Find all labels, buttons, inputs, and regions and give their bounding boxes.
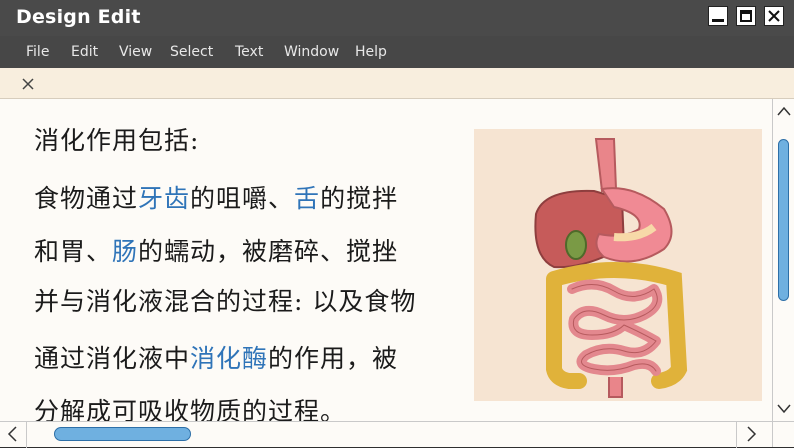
horizontal-scroll-thumb[interactable] xyxy=(54,427,191,441)
arrow-left-icon[interactable] xyxy=(6,425,20,443)
menu-window[interactable]: Window xyxy=(284,44,339,60)
vertical-scroll-thumb[interactable] xyxy=(778,139,789,301)
text-line-2: 和胃、肠的蠕动，被磨碎、搅挫 xyxy=(34,232,398,268)
menu-bar: File Edit View Select Text Window Help xyxy=(0,36,794,68)
text-line-3: 并与消化液混合的过程: 以及食物 xyxy=(34,287,417,316)
vertical-scrollbar[interactable] xyxy=(772,99,794,421)
arrow-right-icon[interactable] xyxy=(744,425,758,443)
close-icon[interactable] xyxy=(20,76,36,92)
scroll-divider xyxy=(736,422,737,448)
text-line-1: 食物通过牙齿的咀嚼、舌的搅拌 xyxy=(34,179,398,215)
scroll-corner xyxy=(772,421,794,447)
highlight-term: 舌 xyxy=(294,184,321,213)
text-line-4: 通过消化液中消化酶的作用，被 xyxy=(34,339,398,375)
arrow-down-icon[interactable] xyxy=(776,403,792,415)
text-span: 食物通过 xyxy=(34,184,139,213)
heading-text: 消化作用包括: xyxy=(34,126,200,155)
menu-file[interactable]: File xyxy=(26,44,49,60)
menu-view[interactable]: View xyxy=(119,44,152,60)
text-span: 通过消化液中 xyxy=(34,344,191,373)
highlight-term: 牙齿 xyxy=(138,184,191,213)
menu-edit[interactable]: Edit xyxy=(71,44,98,60)
minimize-icon[interactable] xyxy=(708,6,728,26)
digestive-system-illustration xyxy=(474,129,762,401)
document-canvas[interactable]: 消化作用包括: 食物通过牙齿的咀嚼、舌的搅拌 和胃、肠的蠕动，被磨碎、搅挫 并与… xyxy=(0,99,772,421)
tab-bar xyxy=(0,68,794,99)
text-span: 的搅拌 xyxy=(320,184,399,213)
text-span: 的作用，被 xyxy=(268,344,399,373)
maximize-icon[interactable] xyxy=(736,6,756,26)
text-span: 的咀嚼、 xyxy=(190,184,295,213)
menu-help[interactable]: Help xyxy=(355,44,387,60)
scroll-divider xyxy=(26,422,27,448)
window-title: Design Edit xyxy=(16,6,141,28)
highlight-term: 肠 xyxy=(112,237,139,266)
close-icon[interactable] xyxy=(764,6,784,26)
text-span: 的蠕动，被磨碎、搅挫 xyxy=(138,237,399,266)
horizontal-scrollbar[interactable] xyxy=(0,421,772,448)
title-bar: Design Edit xyxy=(0,0,794,36)
text-line-5: 分解成可吸收物质的过程。 xyxy=(34,397,347,421)
arrow-up-icon[interactable] xyxy=(776,105,792,117)
menu-select[interactable]: Select xyxy=(170,44,213,60)
menu-text[interactable]: Text xyxy=(235,44,263,60)
highlight-term: 消化酶 xyxy=(190,344,269,373)
text-span: 和胃、 xyxy=(34,237,113,266)
